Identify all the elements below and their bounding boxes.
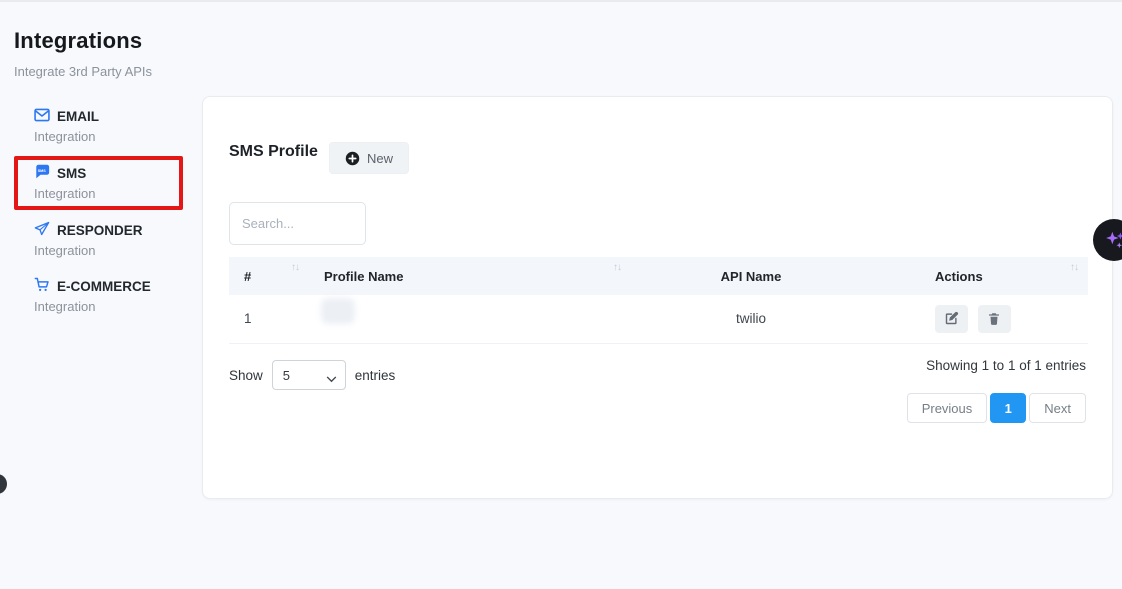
panel-heading: SMS Profile	[229, 143, 318, 161]
showing-entries-text: Showing 1 to 1 of 1 entries	[926, 358, 1086, 373]
sort-icon[interactable]: ↑↓	[1070, 262, 1078, 273]
show-label: Show	[229, 368, 263, 383]
delete-button[interactable]	[978, 305, 1011, 333]
plus-circle-icon	[345, 151, 360, 166]
column-header-index[interactable]: # ↑↓	[229, 257, 309, 295]
cell-actions	[871, 295, 1088, 343]
trash-icon	[987, 311, 1001, 326]
sidebar-item-sublabel: Integration	[34, 299, 194, 314]
page-size-control: Show 5 entries	[229, 360, 395, 390]
next-page-button[interactable]: Next	[1029, 393, 1086, 423]
table-row: 1 twilio	[229, 295, 1088, 343]
new-button-label: New	[367, 151, 393, 166]
sidebar-item-sublabel: Integration	[34, 243, 194, 258]
sidebar-item-label: SMS	[57, 166, 86, 181]
sidebar-item-responder[interactable]: RESPONDER Integration	[34, 221, 194, 258]
chat-bubble-icon: SMS	[34, 164, 50, 182]
page-title: Integrations	[14, 28, 142, 54]
page-size-select[interactable]: 5	[272, 360, 346, 390]
sms-profile-panel: SMS Profile New # ↑↓	[202, 96, 1113, 499]
integrations-page: Integrations Integrate 3rd Party APIs EM…	[0, 0, 1122, 589]
redacted-profile-name	[321, 298, 355, 324]
sidebar-item-label: EMAIL	[57, 109, 99, 124]
sort-icon[interactable]: ↑↓	[291, 262, 299, 273]
shopping-cart-icon	[34, 277, 50, 295]
table-header-row: # ↑↓ Profile Name ↑↓ API Name Actions	[229, 257, 1088, 295]
sidebar-item-label: E-COMMERCE	[57, 279, 151, 294]
pagination: Previous 1 Next	[907, 393, 1086, 423]
cell-api-name: twilio	[631, 295, 871, 343]
sidebar-item-email[interactable]: EMAIL Integration	[34, 108, 194, 144]
cell-profile-name	[309, 295, 631, 343]
sidebar-item-ecommerce[interactable]: E-COMMERCE Integration	[34, 277, 194, 314]
sms-profile-table: # ↑↓ Profile Name ↑↓ API Name Actions	[229, 257, 1088, 344]
sidebar-item-label: RESPONDER	[57, 223, 143, 238]
current-page-button[interactable]: 1	[990, 393, 1026, 423]
edit-icon	[944, 311, 959, 326]
entries-label: entries	[355, 368, 396, 383]
cell-index: 1	[229, 295, 309, 343]
sidebar-item-sublabel: Integration	[34, 129, 194, 144]
sort-icon[interactable]: ↑↓	[613, 262, 621, 273]
sparkles-icon	[1103, 229, 1122, 251]
search-input[interactable]	[229, 202, 366, 245]
column-header-api-name: API Name	[631, 257, 871, 295]
sidebar-item-sms[interactable]: SMS SMS Integration	[34, 164, 194, 201]
envelope-icon	[34, 108, 50, 125]
column-header-profile-name[interactable]: Profile Name ↑↓	[309, 257, 631, 295]
column-header-actions[interactable]: Actions ↑↓	[871, 257, 1088, 295]
edit-button[interactable]	[935, 305, 968, 333]
sidebar-item-sublabel: Integration	[34, 186, 194, 201]
new-button[interactable]: New	[329, 142, 409, 174]
paper-plane-icon	[34, 221, 50, 239]
edge-widget-handle[interactable]	[0, 474, 7, 494]
svg-text:SMS: SMS	[38, 169, 47, 173]
page-subtitle: Integrate 3rd Party APIs	[14, 64, 152, 79]
previous-page-button[interactable]: Previous	[907, 393, 988, 423]
